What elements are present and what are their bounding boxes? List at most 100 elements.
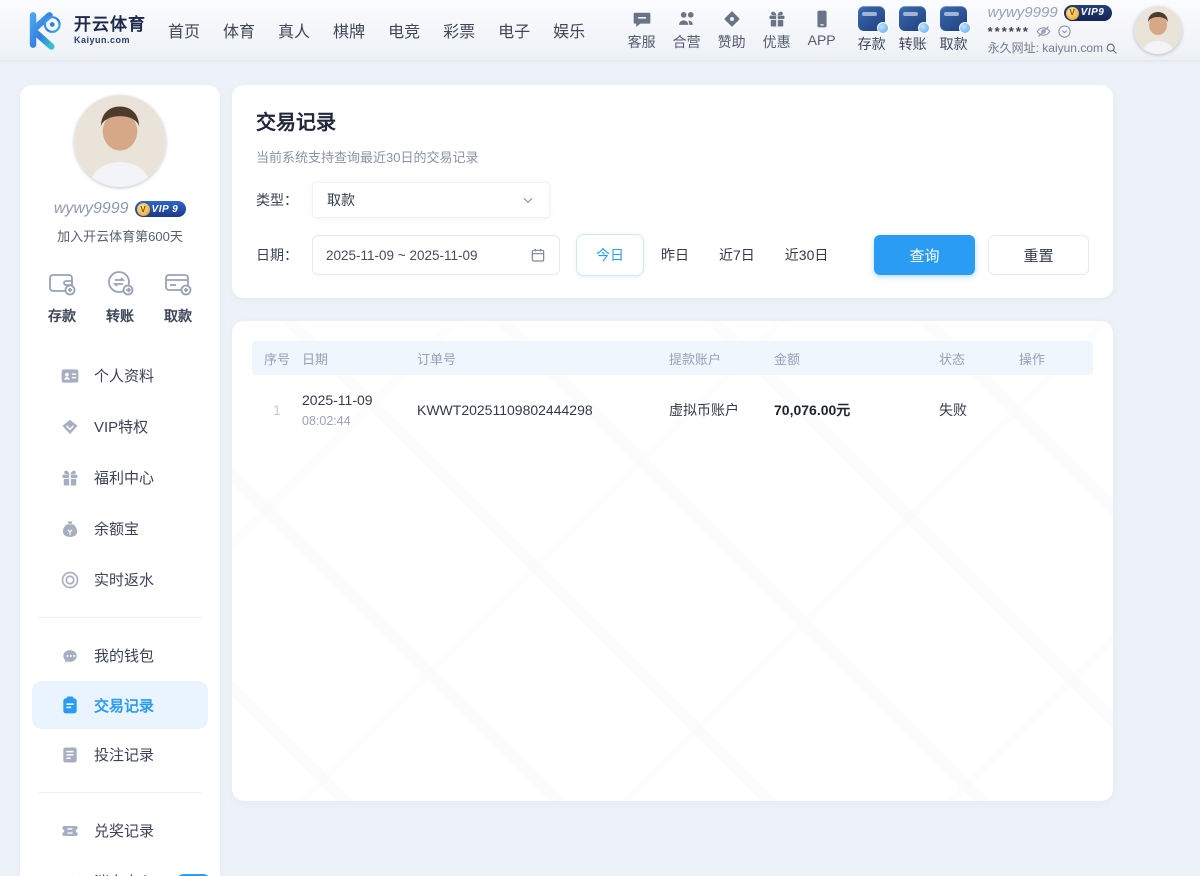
- col-action: 操作: [1019, 349, 1079, 368]
- col-date: 日期: [302, 349, 417, 368]
- tab-yesterday[interactable]: 昨日: [648, 235, 702, 275]
- megaphone-icon: [60, 872, 80, 876]
- permanent-url[interactable]: 永久网址: kaiyun.com: [988, 41, 1118, 56]
- transfer-icon: [104, 267, 136, 299]
- sidebar-item-prizes[interactable]: 兑奖记录: [20, 805, 220, 856]
- table-header-row: 序号 日期 订单号 提款账户 金额 状态 操作: [252, 341, 1093, 375]
- col-amount: 金额: [774, 349, 939, 368]
- nav-esports[interactable]: 电竞: [388, 18, 420, 42]
- sidebar-item-rebate[interactable]: 实时返水: [20, 554, 220, 605]
- chat-icon: [632, 9, 652, 29]
- nav-sports[interactable]: 体育: [223, 18, 255, 42]
- sidebar-item-vip[interactable]: VIP特权: [20, 401, 220, 452]
- type-select[interactable]: 取款: [312, 182, 550, 218]
- sidebar-item-transactions[interactable]: 交易记录: [32, 681, 208, 729]
- main-content: 交易记录 当前系统支持查询最近30日的交易记录 类型： 取款 日期： 2025-…: [232, 85, 1113, 801]
- affiliate-button[interactable]: 合营: [673, 9, 701, 52]
- reset-button[interactable]: 重置: [988, 235, 1089, 275]
- sidebar-username: wywy9999: [54, 200, 129, 218]
- brand-name-en: Kaiyun.com: [74, 36, 146, 45]
- vip-badge[interactable]: V VIP9: [1064, 5, 1113, 21]
- sidebar-item-profile[interactable]: 个人资料: [20, 350, 220, 401]
- sidebar-vip-badge[interactable]: V VIP 9: [135, 201, 187, 217]
- vip-shield-icon: V: [1066, 7, 1079, 20]
- benefits-gift-icon: [60, 468, 80, 488]
- nav-home[interactable]: 首页: [168, 18, 200, 42]
- sponsor-diamond-icon: [722, 9, 742, 29]
- avatar-image: [74, 95, 166, 187]
- tab-last-30-days[interactable]: 近30日: [772, 235, 842, 275]
- deposit-button[interactable]: 存款: [858, 6, 886, 54]
- row-datetime: 2025-11-09 08:02:44: [302, 390, 417, 431]
- customer-service-button[interactable]: 客服: [628, 9, 656, 52]
- date-range-input[interactable]: 2025-11-09 ~ 2025-11-09: [312, 235, 560, 275]
- type-select-value: 取款: [327, 190, 355, 210]
- transaction-ledger-icon: [60, 695, 80, 715]
- row-status: 失败: [939, 400, 1019, 420]
- prize-ticket-icon: [60, 821, 80, 841]
- kaiyun-logo-icon: [22, 8, 66, 52]
- sidebar-withdraw-button[interactable]: 取款: [162, 267, 194, 326]
- nav-live[interactable]: 真人: [278, 18, 310, 42]
- main-nav: 首页 体育 真人 棋牌 电竞 彩票 电子 娱乐: [168, 18, 585, 42]
- money-bag-icon: [60, 519, 80, 539]
- transaction-table-card: 序号 日期 订单号 提款账户 金额 状态 操作 1 2025-11-09 08:…: [232, 321, 1113, 801]
- sidebar-divider: [38, 617, 202, 618]
- header-user-info: wywy9999 V VIP9 ****** 永久网址: kaiyun.com: [988, 4, 1118, 56]
- nav-slots[interactable]: 电子: [498, 18, 530, 42]
- brand-name-cn: 开云体育: [74, 16, 146, 33]
- app-download-button[interactable]: APP: [808, 9, 836, 52]
- type-filter-row: 类型： 取款: [256, 182, 1089, 218]
- sponsor-button[interactable]: 赞助: [718, 9, 746, 52]
- transfer-button[interactable]: 转账: [899, 6, 927, 54]
- partners-icon: [677, 9, 697, 29]
- sidebar-item-messages[interactable]: 消息中心 99+: [20, 856, 220, 876]
- sidebar-avatar[interactable]: [74, 95, 166, 187]
- transfer-card-icon: [899, 6, 926, 31]
- vip-shield-icon: V: [137, 203, 150, 216]
- header-avatar[interactable]: [1134, 6, 1182, 54]
- row-amount: 70,076.00元: [774, 400, 939, 420]
- nav-casino[interactable]: 娱乐: [553, 18, 585, 42]
- col-account: 提款账户: [669, 349, 774, 368]
- row-time: 08:02:44: [302, 414, 351, 428]
- table-row: 1 2025-11-09 08:02:44 KWWT20251109802444…: [252, 375, 1093, 445]
- sidebar-item-benefits[interactable]: 福利中心: [20, 452, 220, 503]
- col-status: 状态: [939, 349, 1019, 368]
- col-index: 序号: [252, 349, 302, 368]
- sidebar-transfer-button[interactable]: 转账: [104, 267, 136, 326]
- withdraw-button[interactable]: 取款: [940, 6, 968, 54]
- nav-lottery[interactable]: 彩票: [443, 18, 475, 42]
- row-account: 虚拟币账户: [669, 400, 774, 420]
- deposit-card-icon: [858, 6, 885, 31]
- date-quick-tabs: 今日 昨日 近7日 近30日: [576, 234, 841, 276]
- brand-logo[interactable]: 开云体育 Kaiyun.com: [22, 8, 146, 52]
- row-date: 2025-11-09: [302, 392, 373, 408]
- top-navigation-bar: 开云体育 Kaiyun.com 首页 体育 真人 棋牌 电竞 彩票 电子 娱乐 …: [0, 0, 1200, 60]
- sidebar-item-wallet[interactable]: 我的钱包: [20, 630, 220, 681]
- row-index: 1: [252, 402, 302, 418]
- chevron-circle-icon[interactable]: [1057, 24, 1072, 39]
- sidebar-deposit-button[interactable]: 存款: [46, 267, 78, 326]
- piggy-bank-icon: [60, 646, 80, 666]
- sidebar-divider: [38, 792, 202, 793]
- date-filter-row: 日期： 2025-11-09 ~ 2025-11-09 今日 昨日 近7日 近3…: [256, 234, 1089, 276]
- nav-chess[interactable]: 棋牌: [333, 18, 365, 42]
- page-subtitle: 当前系统支持查询最近30日的交易记录: [256, 147, 1089, 166]
- bank-card-icon: [162, 267, 194, 299]
- promotions-button[interactable]: 优惠: [763, 9, 791, 52]
- row-order-no: KWWT20251109802444298: [417, 402, 669, 418]
- tab-today[interactable]: 今日: [576, 234, 644, 276]
- account-sidebar: wywy9999 V VIP 9 加入开云体育第600天 存款: [20, 85, 220, 876]
- sidebar-item-bets[interactable]: 投注记录: [20, 729, 220, 780]
- wallet-icon: [46, 267, 78, 299]
- eye-off-icon[interactable]: [1036, 24, 1051, 39]
- avatar-image: [1134, 6, 1182, 54]
- sidebar-item-yuebao[interactable]: 余额宝: [20, 503, 220, 554]
- page-title: 交易记录: [256, 106, 1089, 135]
- date-range-value: 2025-11-09 ~ 2025-11-09: [326, 248, 478, 263]
- transaction-table: 序号 日期 订单号 提款账户 金额 状态 操作 1 2025-11-09 08:…: [252, 341, 1093, 445]
- query-button[interactable]: 查询: [874, 235, 975, 275]
- tab-last-7-days[interactable]: 近7日: [706, 235, 768, 275]
- sidebar-menu: 个人资料 VIP特权 福利中心: [20, 350, 220, 876]
